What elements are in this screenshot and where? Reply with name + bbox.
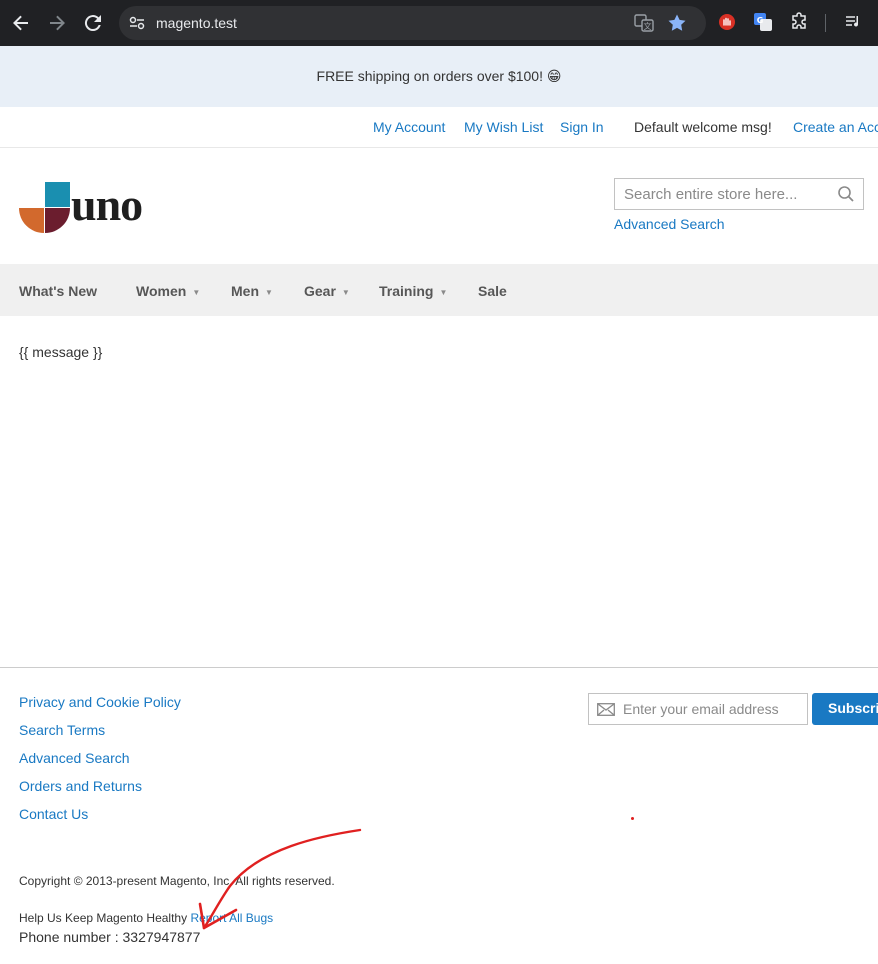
bookmark-star-icon[interactable]: [667, 13, 687, 33]
footer-link-orders-returns[interactable]: Orders and Returns: [19, 778, 181, 806]
help-text: Help Us Keep Magento Healthy Report All …: [19, 911, 273, 925]
site-info-icon[interactable]: [127, 13, 147, 33]
main-navigation: What's New Women ▼ Men ▼ Gear ▼ Training ▼ S…: [0, 264, 878, 316]
logo-text: uno: [71, 179, 143, 230]
nav-item-training[interactable]: Training ▼: [379, 283, 447, 299]
reload-button[interactable]: [81, 11, 105, 35]
help-label: Help Us Keep Magento Healthy: [19, 911, 188, 925]
search-box: [614, 178, 864, 210]
reload-icon: [84, 15, 101, 32]
stop-extension-icon[interactable]: [717, 12, 737, 32]
promo-text: FREE shipping on orders over $100! 😁: [316, 68, 562, 84]
footer-link-advanced-search[interactable]: Advanced Search: [19, 750, 181, 778]
nav-item-label: Gear: [304, 283, 336, 299]
my-wish-list-link[interactable]: My Wish List: [464, 119, 543, 135]
welcome-message: Default welcome msg!: [634, 119, 772, 135]
search-input[interactable]: [615, 179, 830, 209]
svg-text:G: G: [757, 16, 764, 25]
header-links: My Account My Wish List Sign In Default …: [0, 107, 878, 148]
copyright-text: Copyright © 2013-present Magento, Inc. A…: [19, 874, 335, 888]
chevron-down-icon: ▼: [192, 287, 201, 297]
reading-list-icon[interactable]: [843, 12, 863, 32]
phone-number: Phone number : 3327947877: [19, 929, 201, 945]
nav-item-whats-new[interactable]: What's New: [19, 283, 97, 299]
report-bugs-link[interactable]: Report All Bugs: [190, 911, 273, 925]
url-text: magento.test: [156, 15, 237, 31]
back-button[interactable]: [9, 11, 33, 35]
translate-icon[interactable]: 文: [634, 13, 654, 33]
chevron-down-icon: ▼: [341, 287, 350, 297]
page-message: {{ message }}: [19, 344, 103, 360]
svg-text:文: 文: [644, 21, 652, 31]
newsletter-email-input[interactable]: [623, 694, 803, 724]
logo-mark-icon: [19, 182, 70, 233]
sign-in-link[interactable]: Sign In: [560, 119, 604, 135]
toolbar-separator: [825, 14, 826, 32]
envelope-icon: [597, 703, 615, 716]
nav-item-women[interactable]: Women ▼: [136, 283, 200, 299]
newsletter-field: [588, 693, 808, 725]
footer-divider: [0, 667, 878, 668]
footer-link-privacy[interactable]: Privacy and Cookie Policy: [19, 694, 181, 722]
forward-button[interactable]: [45, 11, 69, 35]
footer-link-contact-us[interactable]: Contact Us: [19, 806, 181, 834]
search-icon[interactable]: [837, 185, 855, 203]
subscribe-button[interactable]: Subscribe: [812, 693, 878, 725]
red-dot-mark: [631, 817, 634, 820]
store-logo[interactable]: uno: [19, 179, 159, 234]
nav-item-label: Women: [136, 283, 187, 299]
address-bar[interactable]: magento.test 文: [119, 6, 706, 40]
nav-item-label: Sale: [478, 283, 507, 299]
google-translate-extension-icon[interactable]: G: [753, 12, 773, 32]
extensions-puzzle-icon[interactable]: [789, 12, 809, 32]
nav-item-men[interactable]: Men ▼: [231, 283, 273, 299]
chevron-down-icon: ▼: [265, 287, 273, 297]
advanced-search-link[interactable]: Advanced Search: [614, 216, 725, 232]
create-account-link[interactable]: Create an Account: [793, 119, 878, 135]
my-account-link[interactable]: My Account: [373, 119, 445, 135]
nav-item-label: Men: [231, 283, 259, 299]
nav-item-gear[interactable]: Gear ▼: [304, 283, 350, 299]
back-arrow-icon: [13, 15, 28, 31]
chevron-down-icon: ▼: [439, 287, 448, 297]
nav-item-label: Training: [379, 283, 434, 299]
nav-item-label: What's New: [19, 283, 98, 299]
promo-banner: FREE shipping on orders over $100! 😁: [0, 46, 878, 107]
forward-arrow-icon: [50, 15, 65, 31]
footer-links: Privacy and Cookie Policy Search Terms A…: [19, 694, 181, 834]
footer-link-search-terms[interactable]: Search Terms: [19, 722, 181, 750]
browser-toolbar: magento.test 文 G: [0, 0, 878, 46]
nav-item-sale[interactable]: Sale: [478, 283, 507, 299]
